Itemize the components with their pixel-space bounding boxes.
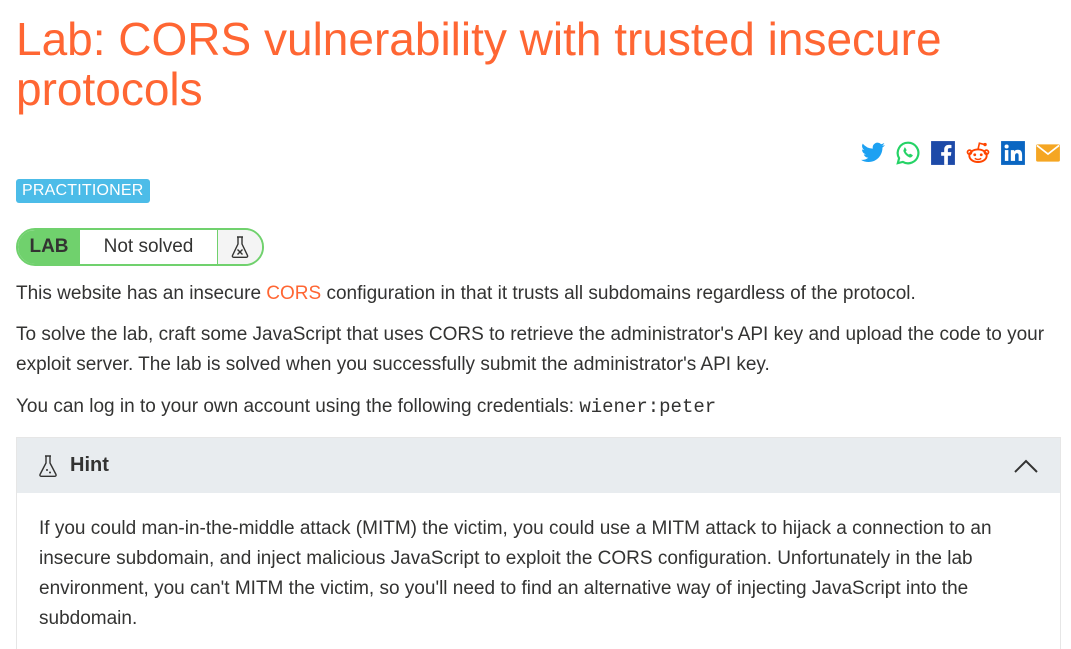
description-text: This website has an insecure [16, 283, 267, 304]
lab-flask-icon [217, 230, 262, 264]
whatsapp-icon[interactable] [895, 140, 921, 166]
flask-not-solved-icon [231, 236, 249, 258]
hint-panel: Hint If you could man-in-the-middle atta… [16, 437, 1061, 649]
credentials-code: wiener:peter [579, 396, 717, 418]
flask-icon [39, 454, 57, 477]
email-icon[interactable] [1035, 140, 1061, 166]
description-paragraph-1: This website has an insecure CORS config… [16, 279, 1061, 309]
lab-status-widget: LAB Not solved [16, 228, 264, 266]
share-bar [860, 140, 1061, 166]
hint-title: Hint [70, 454, 109, 476]
hint-body: If you could man-in-the-middle attack (M… [39, 518, 992, 629]
facebook-icon[interactable] [930, 140, 956, 166]
lab-tag: LAB [18, 230, 80, 264]
linkedin-icon[interactable] [1000, 140, 1026, 166]
twitter-icon[interactable] [860, 140, 886, 166]
cors-link[interactable]: CORS [266, 283, 321, 304]
reddit-icon[interactable] [965, 140, 991, 166]
hint-toggle[interactable]: Hint [17, 438, 1060, 493]
page-title: Lab: CORS vulnerability with trusted ins… [16, 13, 942, 115]
description-paragraph-2: To solve the lab, craft some JavaScript … [16, 324, 1045, 375]
credentials-text: You can log in to your own account using… [16, 396, 580, 417]
lab-status-text: Not solved [80, 230, 217, 264]
credentials-paragraph: You can log in to your own account using… [16, 392, 1061, 422]
difficulty-badge: PRACTITIONER [16, 179, 150, 203]
description-text: configuration in that it trusts all subd… [321, 283, 916, 304]
chevron-up-icon[interactable] [1013, 458, 1039, 474]
